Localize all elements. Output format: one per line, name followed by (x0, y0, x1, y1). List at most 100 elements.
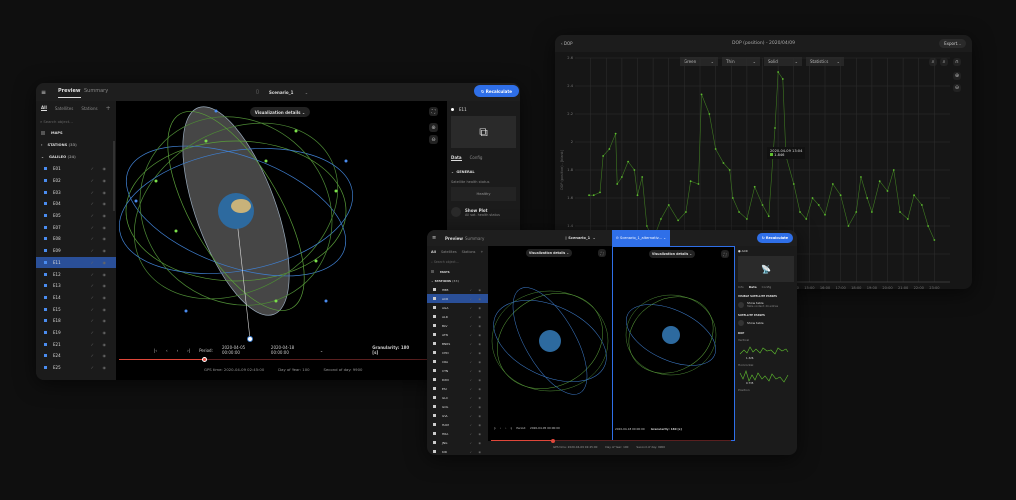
check-icon[interactable]: ✓ (91, 201, 94, 206)
eye-icon[interactable]: ◉ (478, 405, 481, 409)
check-icon[interactable]: ✓ (469, 432, 472, 436)
list-item[interactable]: E01 ✓ ◉ (36, 163, 116, 175)
check-icon[interactable]: ✓ (469, 315, 472, 319)
eye-icon[interactable]: ◉ (103, 213, 107, 218)
eye-icon[interactable]: ◉ (103, 178, 107, 183)
check-icon[interactable]: ✓ (469, 450, 472, 454)
next-icon[interactable]: › (505, 426, 506, 430)
list-item[interactable]: E02 ✓ ◉ (36, 175, 116, 187)
check-icon[interactable]: ✓ (469, 297, 472, 301)
list-item[interactable]: E07 ✓ ◉ (36, 221, 116, 233)
reset-icon[interactable]: ∩ (953, 58, 961, 66)
granularity[interactable]: Granularity: 180 [s] (651, 427, 682, 431)
tree-stations[interactable]: ⌄ STATIONS (33) (427, 276, 488, 285)
tab-preview[interactable]: Preview (58, 88, 81, 98)
zoom-x-icon[interactable]: ⊕ (953, 72, 961, 80)
prev-icon[interactable]: ‹ (500, 426, 501, 430)
list-item[interactable]: E12 ✓ ◉ (36, 268, 116, 280)
list-item[interactable]: AGA ✓ ◉ (427, 303, 488, 312)
list-item[interactable]: BLV ✓ ◉ (427, 321, 488, 330)
eye-icon[interactable]: ◉ (103, 236, 107, 241)
list-item[interactable]: E14 ✓ ◉ (36, 292, 116, 304)
check-icon[interactable]: ✓ (469, 324, 472, 328)
menu-icon[interactable]: ≡ (41, 89, 46, 96)
list-item[interactable]: E09 ✓ ◉ (36, 245, 116, 257)
check-icon[interactable]: ✓ (91, 178, 94, 183)
export-button[interactable]: Export... (939, 39, 966, 48)
granularity[interactable]: Granularity: 180 [s] (372, 345, 414, 355)
period-end[interactable]: 2020-04-18 00:00:00 (615, 427, 645, 431)
check-icon[interactable]: ✓ (91, 342, 94, 347)
tab-summary[interactable]: Summary (465, 236, 484, 241)
check-icon[interactable]: ✓ (91, 225, 94, 230)
tab-summary[interactable]: Summary (84, 88, 108, 94)
add-icon[interactable]: + (106, 105, 111, 112)
list-item[interactable]: E15 ✓ ◉ (36, 303, 116, 315)
list-item[interactable]: E24 ✓ ◉ (36, 350, 116, 362)
filter-all[interactable]: All (41, 105, 47, 111)
list-item[interactable]: HBB ✓ ◉ (427, 285, 488, 294)
period-start[interactable]: 2020-04-05 00:00:00 (530, 426, 560, 430)
filter-stations[interactable]: Stations (462, 250, 476, 254)
list-item[interactable]: E19 ✓ ◉ (36, 327, 116, 339)
eye-icon[interactable]: ◉ (103, 307, 107, 312)
check-icon[interactable]: ✓ (469, 405, 472, 409)
check-icon[interactable]: ✓ (91, 295, 94, 300)
timeline-handle[interactable] (201, 357, 207, 362)
search-input[interactable]: ⌕ Search object... (36, 115, 116, 127)
tree-stations[interactable]: › STATIONS (33) (36, 139, 116, 151)
list-item[interactable]: ACR ✓ ◉ (427, 294, 488, 303)
eye-icon[interactable]: ◉ (103, 353, 107, 358)
fullscreen-icon[interactable]: ⛶ (721, 250, 729, 258)
list-item[interactable]: CHD ✓ ◉ (427, 348, 488, 357)
eye-icon[interactable]: ◉ (478, 306, 481, 310)
visualization-details-button[interactable]: Visualization details ⌄ (250, 107, 310, 117)
list-item[interactable]: BNRS ✓ ◉ (427, 339, 488, 348)
eye-icon[interactable]: ◉ (478, 324, 481, 328)
alt-scenario-tab[interactable]: ⊙ Scenario_1_alternativ... ⌄ (612, 230, 670, 246)
check-icon[interactable]: ✓ (469, 378, 472, 382)
filter-stations[interactable]: Stations (81, 106, 97, 111)
fullscreen-icon[interactable]: ⛶ (429, 107, 438, 116)
eye-icon[interactable]: ◉ (478, 333, 481, 337)
list-item[interactable]: ESI ✓ ◉ (427, 384, 488, 393)
eye-icon[interactable]: ◉ (478, 297, 481, 301)
eye-icon[interactable]: ◉ (103, 201, 107, 206)
eye-icon[interactable]: ◉ (478, 342, 481, 346)
eye-icon[interactable]: ◉ (103, 365, 107, 370)
tab-info[interactable]: Info (738, 285, 744, 289)
tab-data[interactable]: Data (451, 155, 462, 161)
list-item[interactable]: DXN ✓ ◉ (427, 375, 488, 384)
eye-icon[interactable]: ◉ (478, 351, 481, 355)
viewport-3d[interactable]: Visualization details ⌄ ⛶ ⊕ ⊖ |‹ ‹ › ›| Per… (116, 101, 447, 380)
eye-icon[interactable]: ◉ (478, 387, 481, 391)
filter-satellites[interactable]: Satellites (441, 250, 457, 254)
eye-icon[interactable]: ◉ (103, 318, 107, 323)
list-item[interactable]: CRA ✓ ◉ (427, 357, 488, 366)
eye-icon[interactable]: ◉ (103, 295, 107, 300)
list-item[interactable]: E04 ✓ ◉ (36, 198, 116, 210)
section-visible-passes[interactable]: VISIBLE SATELLITE PASSES (738, 295, 794, 298)
scenario-select[interactable]: ▯ Scenario_1 ⌄ (565, 236, 596, 240)
check-icon[interactable]: ✓ (91, 190, 94, 195)
tab-preview[interactable]: Preview (445, 236, 463, 241)
timeline-handle[interactable] (551, 438, 556, 443)
list-item[interactable]: E05 ✓ ◉ (36, 210, 116, 222)
tab-config[interactable]: Config (470, 155, 483, 160)
eye-icon[interactable]: ◉ (103, 342, 107, 347)
eye-icon[interactable]: ◉ (478, 441, 481, 445)
list-item[interactable]: E13 ✓ ◉ (36, 280, 116, 292)
timeline-slider[interactable] (491, 438, 731, 443)
list-item[interactable]: E03 ✓ ◉ (36, 186, 116, 198)
tab-data[interactable]: Data (749, 285, 757, 289)
recalculate-button[interactable]: ↻ Recalculate (757, 233, 793, 243)
eye-icon[interactable]: ◉ (478, 369, 481, 373)
list-item[interactable]: E21 ✓ ◉ (36, 338, 116, 350)
eye-icon[interactable]: ◉ (103, 190, 107, 195)
section-dop[interactable]: DOP (738, 332, 794, 335)
list-item[interactable]: ATN ✓ ◉ (427, 330, 488, 339)
skip-start-icon[interactable]: |‹ (494, 426, 496, 430)
eye-icon[interactable]: ◉ (103, 272, 107, 277)
skip-end-icon[interactable]: ›| (187, 348, 190, 353)
list-item[interactable]: E08 ✓ ◉ (36, 233, 116, 245)
